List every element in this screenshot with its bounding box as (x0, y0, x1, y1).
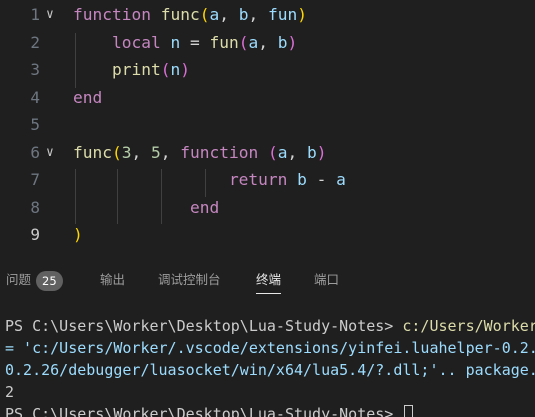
code-token: , (160, 142, 181, 162)
code-token: b (238, 5, 249, 24)
code-token: n (170, 32, 181, 52)
code-text: print(n) (73, 56, 190, 84)
code-text: return b - a (73, 166, 346, 194)
code-token: , (219, 5, 239, 24)
tab-output[interactable]: 输出 (100, 263, 125, 297)
code-editor[interactable]: 1 ∨ function func(a, b, fun) 2 local n =… (0, 0, 535, 250)
code-token: b (306, 142, 317, 162)
code-token: a (336, 170, 346, 189)
code-line-8[interactable]: 8 end (0, 194, 535, 222)
terminal-prompt: PS C:\Users\Worker\Desktop\Lua-Study-Not… (5, 405, 403, 417)
line-number: 6 (30, 142, 40, 162)
terminal-line: PS C:\Users\Worker\Desktop\Lua-Study-Not… (5, 315, 535, 337)
code-token: ) (316, 142, 327, 162)
code-token: ) (287, 32, 298, 52)
line-number: 5 (30, 115, 40, 134)
tab-label: 终端 (256, 272, 282, 287)
line-number: 7 (30, 170, 40, 189)
code-line-5[interactable]: 5 (0, 111, 535, 139)
terminal-line: = 'c:/Users/Worker/.vscode/extensions/yi… (5, 339, 535, 357)
terminal-line: 0.2.26/debugger/luasocket/win/x64/lua5.4… (5, 361, 535, 379)
code-text: ) (73, 221, 83, 249)
code-token: b (297, 170, 307, 189)
code-line-2[interactable]: 2 local n = fun(a, b) (0, 29, 535, 57)
line-number: 2 (30, 32, 40, 52)
code-line-6[interactable]: 6 ∨ func(3, 5, function (a, b) (0, 139, 535, 167)
code-token: ) (180, 60, 190, 79)
code-text: local n = fun(a, b) (73, 29, 297, 57)
code-text: end (73, 84, 102, 112)
code-token: ) (297, 5, 307, 24)
code-token: a (277, 142, 288, 162)
code-token: , (287, 142, 307, 162)
terminal-output[interactable]: PS C:\Users\Worker\Desktop\Lua-Study-Not… (0, 315, 535, 417)
chevron-down-icon[interactable]: ∨ (46, 139, 62, 167)
code-token: ( (160, 60, 171, 79)
code-text: func(3, 5, function (a, b) (73, 139, 326, 167)
code-token: = (180, 32, 210, 52)
tab-label: 问题 (6, 272, 32, 287)
code-token: func (73, 142, 112, 162)
code-token: , (131, 142, 151, 162)
code-line-1[interactable]: 1 ∨ function func(a, b, fun) (0, 1, 535, 29)
code-token: , (248, 5, 268, 24)
code-token: ( (199, 5, 210, 24)
code-token: function (180, 142, 259, 162)
code-token: local (111, 32, 161, 52)
line-number: 1 (30, 5, 40, 24)
code-token: function (73, 5, 151, 24)
code-line-3[interactable]: 3 print(n) (0, 56, 535, 84)
code-token: fun (209, 32, 239, 52)
panel-tab-bar: 问题 25 输出 调试控制台 终端 端口 (0, 263, 535, 297)
tab-debug-console[interactable]: 调试控制台 (158, 263, 221, 297)
code-text: function func(a, b, fun) (73, 1, 307, 29)
line-number: 9 (30, 225, 40, 244)
tab-terminal[interactable]: 终端 (256, 263, 282, 297)
line-number: 3 (30, 60, 40, 79)
code-token: ( (111, 142, 122, 162)
code-token: end (189, 197, 220, 217)
code-token: print (111, 60, 161, 79)
terminal-command: c:/Users/Worker (402, 317, 535, 335)
code-line-7[interactable]: 7 return b - a (0, 166, 535, 194)
code-token: ( (238, 32, 249, 52)
code-token: - (306, 170, 337, 189)
tab-ports[interactable]: 端口 (314, 263, 339, 297)
code-token: 5 (150, 142, 161, 162)
code-text: end (73, 194, 219, 222)
code-token: ) (73, 225, 83, 244)
tab-label: 调试控制台 (158, 272, 221, 287)
code-line-4[interactable]: 4 end (0, 84, 535, 112)
terminal-line: 2 (5, 383, 15, 401)
tab-label: 端口 (314, 272, 340, 287)
line-number: 8 (30, 197, 40, 217)
terminal-line: PS C:\Users\Worker\Desktop\Lua-Study-Not… (5, 403, 414, 417)
tab-label: 输出 (100, 272, 126, 287)
chevron-down-icon[interactable]: ∨ (46, 1, 62, 29)
code-token: func (160, 5, 200, 24)
code-token: a (209, 5, 220, 24)
code-token: fun (267, 5, 298, 24)
terminal-prompt: PS C:\Users\Worker\Desktop\Lua-Study-Not… (5, 317, 403, 335)
tab-problems[interactable]: 问题 25 (6, 263, 63, 297)
problems-count-badge: 25 (36, 270, 63, 291)
code-token: a (248, 32, 259, 52)
code-token: ( (267, 142, 278, 162)
code-token: end (73, 87, 103, 107)
code-token: return (228, 170, 288, 189)
code-line-9[interactable]: 9 ) (0, 221, 535, 249)
line-number: 4 (30, 87, 40, 107)
terminal-cursor (404, 405, 414, 417)
code-token: , (258, 32, 278, 52)
code-token: n (170, 60, 181, 79)
code-token: b (277, 32, 288, 52)
